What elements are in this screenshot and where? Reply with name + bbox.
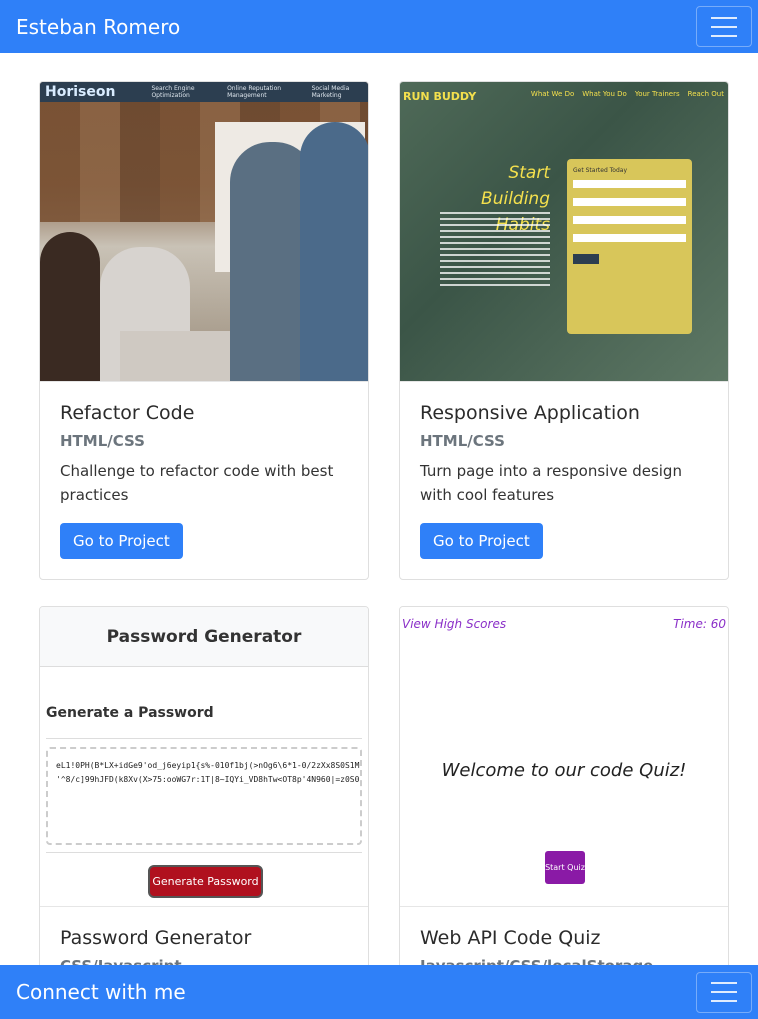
screenshot-logo: RUN BUDDY — [403, 90, 477, 103]
screenshot-logo: Horiseon — [45, 84, 116, 100]
card-subtitle: CSS/Javascript — [60, 957, 348, 965]
project-screenshot: Password Generator Generate a Password e… — [40, 607, 368, 907]
card-title: Refactor Code — [60, 402, 195, 424]
project-card-quiz: View High Scores Time: 60 Welcome to our… — [399, 606, 729, 965]
hamburger-menu-icon[interactable] — [696, 6, 752, 47]
card-title: Password Generator — [60, 927, 252, 949]
projects-container: Horiseon Search Engine Optimization Onli… — [0, 53, 758, 965]
top-navbar: Esteban Romero — [0, 0, 758, 53]
card-title: Responsive Application — [420, 402, 640, 424]
go-to-project-button[interactable]: Go to Project — [60, 523, 183, 559]
project-card-responsive: RUN BUDDY What We Do What You Do Your Tr… — [399, 81, 729, 580]
project-screenshot: View High Scores Time: 60 Welcome to our… — [400, 607, 728, 907]
card-subtitle: HTML/CSS — [60, 432, 145, 450]
footer-title[interactable]: Connect with me — [16, 980, 186, 1004]
project-screenshot: RUN BUDDY What We Do What You Do Your Tr… — [400, 82, 728, 382]
card-description: Turn page into a responsive design with … — [420, 462, 682, 504]
brand-name[interactable]: Esteban Romero — [16, 15, 180, 39]
footer-navbar: Connect with me — [0, 965, 758, 1019]
card-title: Web API Code Quiz — [420, 927, 601, 949]
project-screenshot: Horiseon Search Engine Optimization Onli… — [40, 82, 368, 382]
hamburger-menu-icon[interactable] — [696, 971, 752, 1013]
go-to-project-button[interactable]: Go to Project — [420, 523, 543, 559]
card-description: Challenge to refactor code with best pra… — [60, 462, 334, 504]
card-subtitle: HTML/CSS — [420, 432, 505, 450]
project-card-refactor: Horiseon Search Engine Optimization Onli… — [39, 81, 369, 580]
project-card-password: Password Generator Generate a Password e… — [39, 606, 369, 965]
card-subtitle: Javascript/CSS/localStorage — [420, 957, 708, 965]
